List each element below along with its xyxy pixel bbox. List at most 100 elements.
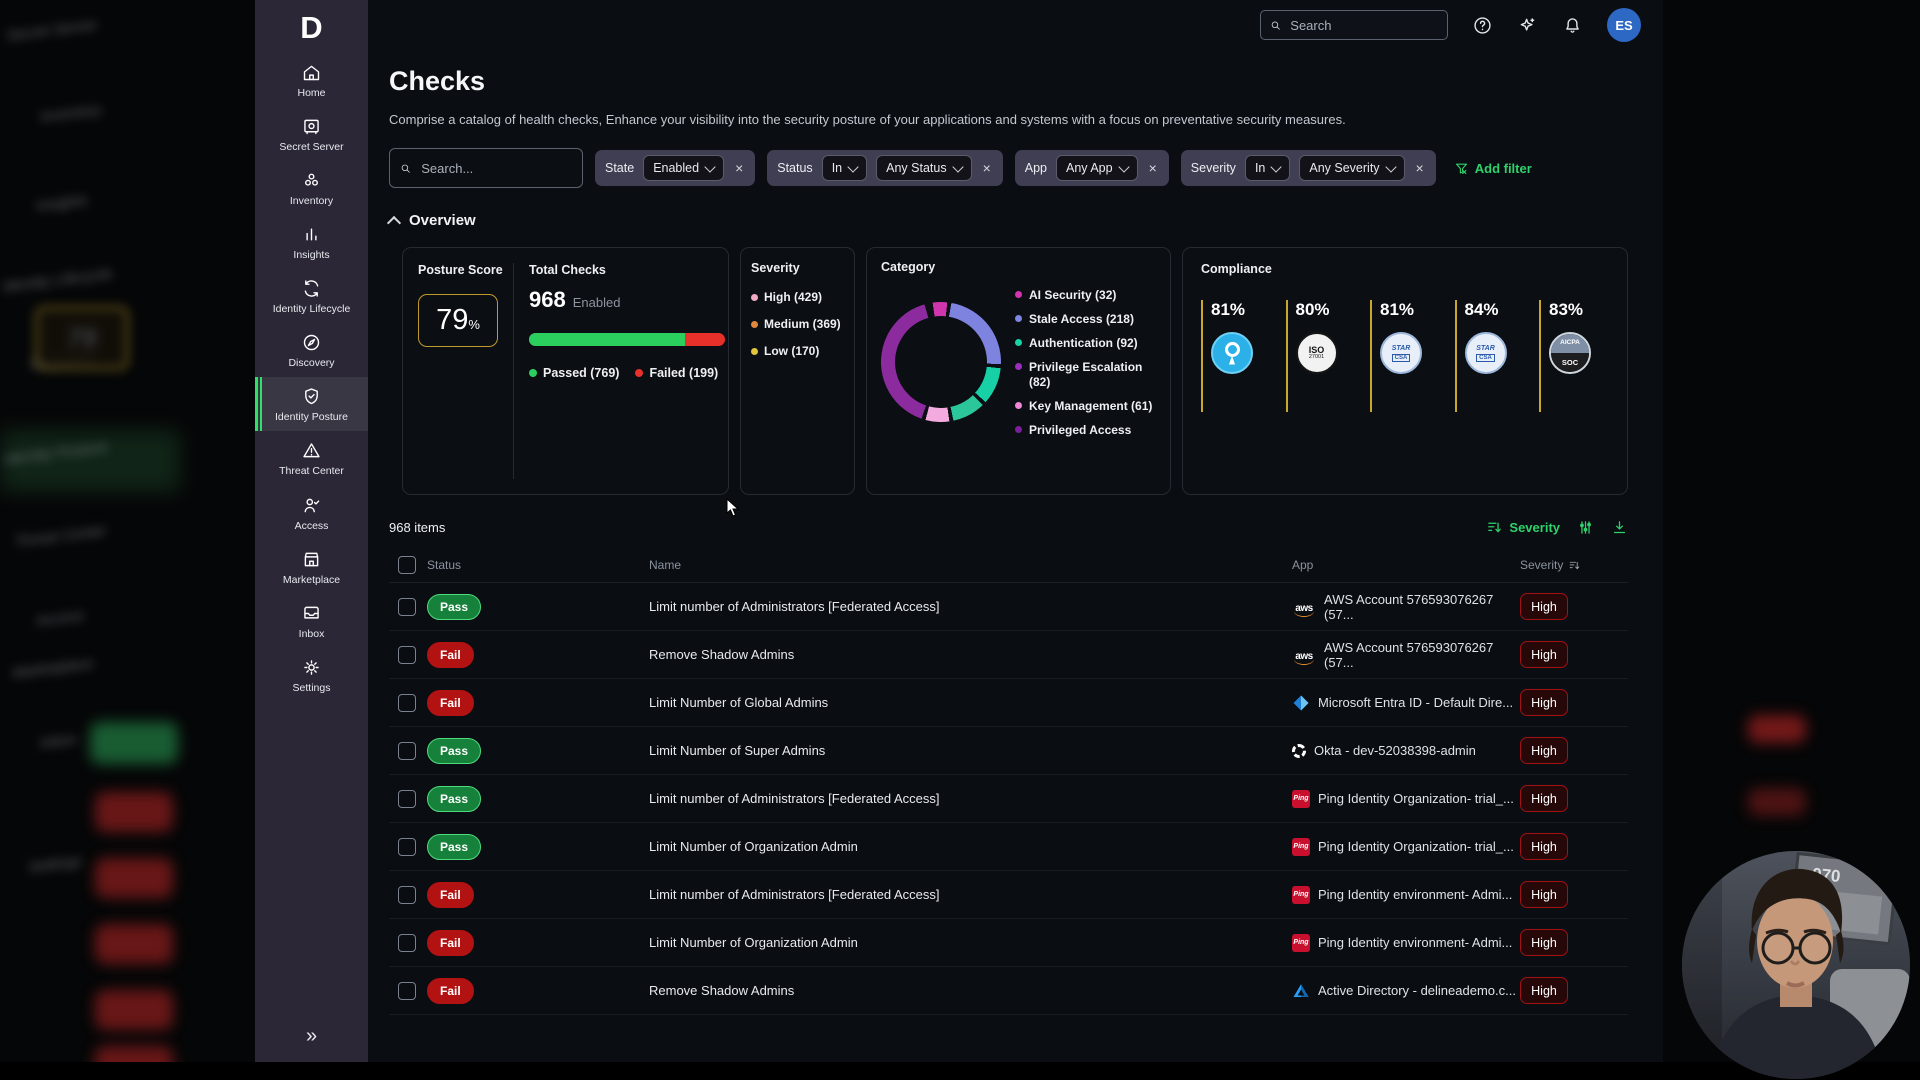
check-name[interactable]: Limit Number of Organization Admin: [649, 839, 1292, 854]
column-settings-icon[interactable]: [1577, 519, 1594, 536]
select-all-checkbox[interactable]: [398, 556, 416, 574]
sidebar-item-inventory[interactable]: Inventory: [255, 161, 368, 215]
row-checkbox[interactable]: [398, 646, 416, 664]
overview-section-toggle[interactable]: Overview: [389, 212, 1628, 229]
total-checks-count: 968: [529, 287, 566, 313]
severity-badge: High: [1520, 977, 1568, 1004]
sidebar-item-access[interactable]: Access: [255, 486, 368, 540]
compliance-item-csa-star-1: 81% STAR CSA: [1370, 300, 1422, 412]
row-checkbox[interactable]: [398, 838, 416, 856]
row-checkbox[interactable]: [398, 934, 416, 952]
delinea-logo: D: [300, 12, 322, 43]
status-badge: Fail: [427, 930, 474, 956]
global-search-input[interactable]: [1288, 17, 1438, 34]
check-name[interactable]: Limit Number of Organization Admin: [649, 935, 1292, 950]
app-value-dropdown[interactable]: Any App: [1056, 155, 1138, 181]
storefront-icon: [301, 549, 322, 570]
column-header-severity[interactable]: Severity: [1520, 558, 1628, 572]
sidebar-item-marketplace[interactable]: Marketplace: [255, 540, 368, 594]
remove-state-filter-button[interactable]: ×: [733, 160, 745, 176]
sidebar-item-identity-posture[interactable]: Identity Posture: [255, 377, 368, 431]
table-row[interactable]: Pass Limit Number of Super Admins Okta -…: [389, 727, 1628, 775]
check-name[interactable]: Limit Number of Super Admins: [649, 743, 1292, 758]
check-name[interactable]: Remove Shadow Admins: [649, 983, 1292, 998]
webcam-overlay: 070: [1682, 851, 1910, 1079]
table-toolbar: 968 items Severity: [389, 519, 1628, 536]
sidebar-item-discovery[interactable]: Discovery: [255, 323, 368, 377]
sidebar-item-identity-lifecycle[interactable]: Identity Lifecycle: [255, 269, 368, 323]
check-name[interactable]: Limit number of Administrators [Federate…: [649, 887, 1292, 902]
user-avatar[interactable]: ES: [1607, 8, 1641, 42]
table-row[interactable]: Pass Limit Number of Organization Admin …: [389, 823, 1628, 871]
sidebar-item-insights[interactable]: Insights: [255, 215, 368, 269]
status-badge: Pass: [427, 834, 481, 860]
table-row[interactable]: Pass Limit number of Administrators [Fed…: [389, 775, 1628, 823]
app-name: AWS Account 576593076267 (57...: [1324, 592, 1520, 622]
help-button[interactable]: [1472, 15, 1493, 36]
sidebar-item-threat-center[interactable]: Threat Center: [255, 431, 368, 485]
mouse-cursor: [726, 498, 740, 518]
add-filter-button[interactable]: Add filter: [1454, 161, 1532, 176]
severity-value-dropdown[interactable]: Any Severity: [1299, 155, 1404, 181]
table-row[interactable]: Fail Remove Shadow Admins Active Directo…: [389, 967, 1628, 1015]
sort-label: Severity: [1509, 520, 1560, 535]
sort-descending-icon: [1568, 559, 1581, 572]
column-header-status[interactable]: Status: [427, 558, 461, 572]
remove-app-filter-button[interactable]: ×: [1147, 160, 1159, 176]
backdrop-ghost-high-pill: [1748, 788, 1806, 816]
remove-severity-filter-button[interactable]: ×: [1414, 160, 1426, 176]
posture-score-card: Posture Score 79 % Total Checks 968 Enab…: [402, 247, 729, 495]
sidebar-item-label: Marketplace: [283, 574, 340, 586]
check-name[interactable]: Remove Shadow Admins: [649, 647, 1292, 662]
sort-by-severity-button[interactable]: Severity: [1486, 519, 1560, 536]
column-header-app[interactable]: App: [1292, 558, 1520, 572]
row-checkbox[interactable]: [398, 790, 416, 808]
okta-icon: [1292, 744, 1306, 758]
sidebar-collapse-button[interactable]: »: [306, 1025, 317, 1048]
sidebar-item-settings[interactable]: Settings: [255, 648, 368, 702]
table-row[interactable]: Pass Limit number of Administrators [Fed…: [389, 583, 1628, 631]
status-operator-dropdown[interactable]: In: [822, 155, 867, 181]
row-checkbox[interactable]: [398, 742, 416, 760]
privilege-escalation-dot: [1015, 363, 1022, 370]
severity-operator-dropdown[interactable]: In: [1245, 155, 1290, 181]
app-name: AWS Account 576593076267 (57...: [1324, 640, 1520, 670]
table-row[interactable]: Fail Limit Number of Global Admins Micro…: [389, 679, 1628, 727]
home-icon: [301, 62, 322, 83]
iso-badge-icon: ISO 27001: [1296, 332, 1338, 374]
remove-status-filter-button[interactable]: ×: [981, 160, 993, 176]
sidebar-item-home[interactable]: Home: [255, 53, 368, 107]
sidebar-item-secret-server[interactable]: Secret Server: [255, 107, 368, 161]
assistant-button[interactable]: [1517, 15, 1538, 36]
check-name[interactable]: Limit number of Administrators [Federate…: [649, 599, 1292, 614]
table-search[interactable]: [389, 148, 583, 188]
table-search-input[interactable]: [419, 160, 572, 177]
backdrop-ghost-fail-pill: [95, 858, 173, 898]
row-checkbox[interactable]: [398, 598, 416, 616]
state-value-dropdown[interactable]: Enabled: [643, 155, 724, 181]
backdrop-ghost-text: Settings: [27, 853, 83, 876]
global-search[interactable]: [1260, 10, 1448, 40]
notifications-button[interactable]: [1562, 15, 1583, 36]
check-name[interactable]: Limit number of Administrators [Federate…: [649, 791, 1292, 806]
app-name: Ping Identity Organization- trial_...: [1318, 791, 1514, 806]
column-header-name[interactable]: Name: [649, 558, 1292, 572]
backdrop-ghost-score-box: 79: [35, 306, 129, 370]
table-row[interactable]: Fail Limit Number of Organization Admin …: [389, 919, 1628, 967]
sparkles-icon: [1517, 15, 1538, 36]
download-icon[interactable]: [1611, 519, 1628, 536]
row-checkbox[interactable]: [398, 886, 416, 904]
sidebar-item-inbox[interactable]: Inbox: [255, 594, 368, 648]
row-checkbox[interactable]: [398, 694, 416, 712]
table-row[interactable]: Fail Remove Shadow Admins aws AWS Accoun…: [389, 631, 1628, 679]
table-row[interactable]: Fail Limit number of Administrators [Fed…: [389, 871, 1628, 919]
inventory-icon: [301, 170, 322, 191]
filter-bar: State Enabled × Status In Any Status × A…: [389, 148, 1628, 188]
cis-badge-icon: [1211, 332, 1253, 374]
filter-pill-severity: Severity In Any Severity ×: [1181, 150, 1436, 186]
sidebar-item-label: Secret Server: [279, 141, 343, 153]
status-value-dropdown[interactable]: Any Status: [876, 155, 971, 181]
row-checkbox[interactable]: [398, 982, 416, 1000]
check-name[interactable]: Limit Number of Global Admins: [649, 695, 1292, 710]
ping-identity-icon: Ping: [1292, 886, 1310, 904]
